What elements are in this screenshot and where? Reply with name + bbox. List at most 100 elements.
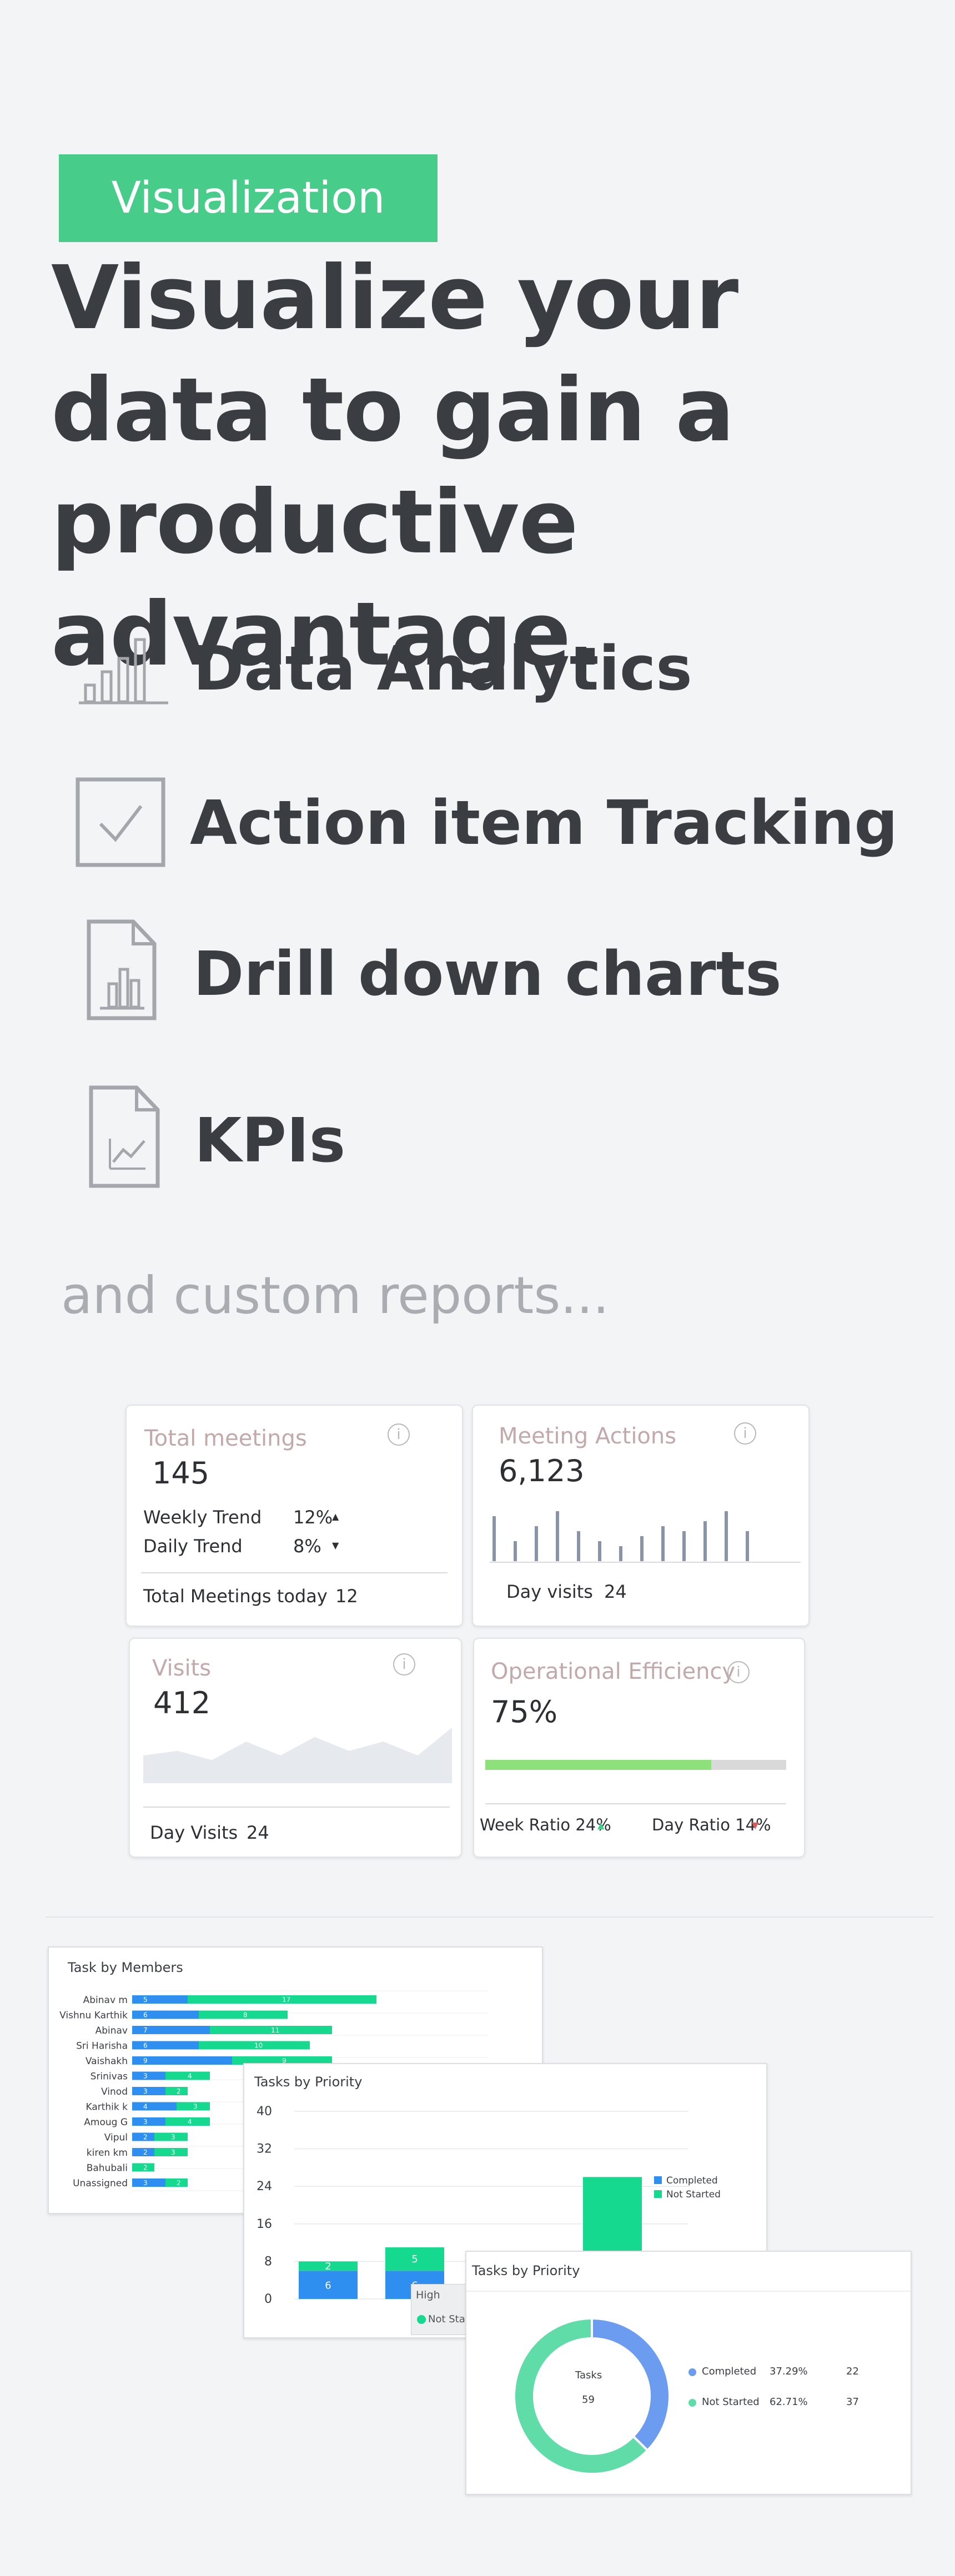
member-name: Sri Harisha	[76, 2041, 128, 2052]
card-title: Operational Efficiency	[491, 1659, 736, 1684]
bar-label-completed: 3	[143, 2118, 148, 2126]
member-name: Karthik k	[86, 2102, 128, 2113]
bar-label-not-started: 11	[271, 2026, 279, 2034]
bar-label-completed: 3	[143, 2179, 148, 2187]
bar-label-not-started: 10	[254, 2042, 263, 2050]
bar-chart-icon	[79, 638, 168, 705]
member-name: Vipul	[104, 2132, 128, 2144]
member-name: Vaishakh	[86, 2056, 128, 2067]
bar-label-not-started: 5	[411, 2253, 418, 2265]
bar-label-not-started: 8	[243, 2011, 248, 2019]
efficiency-value: 75%	[491, 1694, 558, 1729]
member-name: Unassigned	[73, 2178, 128, 2189]
legend-swatch-not-started	[654, 2190, 662, 2198]
feature-action-item-tracking: Action item Tracking	[190, 787, 898, 858]
legend-count-not-started: 37	[846, 2396, 859, 2408]
weekly-trend-value: 12%	[293, 1507, 333, 1528]
bar-completed	[132, 2178, 165, 2187]
bar-label-not-started: 2	[177, 2179, 181, 2187]
bar-label-completed: 5	[143, 1996, 148, 2004]
kpi-card-visits: Visits i 412 Day Visits 24	[129, 1638, 462, 1858]
daily-trend-value: 8%	[293, 1536, 321, 1557]
meetings-today-label: Total Meetings today	[143, 1586, 328, 1607]
feature-data-analytics: Data Analytics	[193, 633, 692, 704]
week-ratio: Week Ratio 24%	[480, 1815, 611, 1834]
bar-label-completed: 6	[143, 2011, 148, 2019]
legend-swatch-completed	[654, 2176, 662, 2184]
bar-label-completed: 6	[143, 2042, 148, 2050]
bar-label-not-started: 17	[282, 1996, 290, 2004]
trend-down-icon: ▼	[332, 1540, 339, 1551]
meetings-today-value: 12	[335, 1586, 358, 1607]
divider	[141, 1572, 448, 1573]
member-name: Vinod	[101, 2086, 128, 2097]
info-icon[interactable]: i	[393, 1653, 415, 1676]
info-icon[interactable]: i	[734, 1422, 756, 1445]
bar-label-not-started: 2	[325, 2261, 331, 2272]
visits-area	[143, 1728, 452, 1783]
bar-label-not-started: 3	[193, 2103, 198, 2111]
kpi-card-total-meetings: Total meetings i 145 Weekly Trend 12% ▲ …	[125, 1405, 463, 1627]
section-divider	[46, 1916, 934, 1918]
info-icon[interactable]: i	[727, 1661, 750, 1683]
member-name: Abinav m	[83, 1995, 128, 2006]
panel-title: Tasks by Priority	[472, 2263, 580, 2278]
headline: Visualize your data to gain a productive…	[51, 247, 738, 686]
y-tick-label: 16	[257, 2217, 272, 2231]
document-bar-chart-icon	[87, 919, 157, 1020]
legend-label-completed: Completed	[666, 2175, 718, 2186]
trend-up-icon: ▲	[597, 1820, 605, 1830]
member-name: Srinivas	[91, 2071, 128, 2082]
bar-completed	[132, 2041, 199, 2050]
bar-label-not-started: 2	[177, 2087, 181, 2095]
checkbox-icon	[76, 777, 165, 867]
efficiency-progress-track	[485, 1760, 786, 1770]
y-tick-label: 0	[264, 2292, 272, 2306]
total-meetings-value: 145	[152, 1456, 210, 1491]
bar-label-completed: 9	[143, 2057, 148, 2065]
legend-count-completed: 22	[846, 2366, 859, 2377]
legend-label-completed: Completed	[702, 2366, 757, 2377]
meeting-actions-value: 6,123	[499, 1453, 585, 1488]
legend-pct-completed: 37.29%	[770, 2366, 808, 2377]
y-tick-label: 8	[264, 2255, 272, 2268]
weekly-trend-label: Weekly Trend	[143, 1507, 262, 1528]
tooltip-dot-icon	[417, 2315, 426, 2324]
visits-area-chart	[143, 1728, 452, 1783]
day-visits-value: 24	[247, 1822, 269, 1843]
bar-completed	[132, 2010, 199, 2019]
bar-label-completed: 3	[143, 2087, 148, 2095]
member-name: Amoug G	[84, 2117, 128, 2128]
feature-kpis: KPIs	[194, 1105, 346, 1176]
divider	[485, 1803, 786, 1804]
bar-label-not-started: 3	[171, 2149, 175, 2156]
efficiency-progress-fill	[485, 1760, 711, 1770]
member-name: Bahubali	[87, 2163, 128, 2174]
meeting-actions-sparkline	[490, 1511, 801, 1563]
y-tick-label: 40	[257, 2105, 272, 2119]
info-icon[interactable]: i	[388, 1423, 410, 1446]
panel-title: Tasks by Priority	[254, 2074, 363, 2090]
bar-completed	[132, 2102, 177, 2111]
bar-completed	[132, 1995, 188, 2004]
card-title: Total meetings	[144, 1426, 307, 1451]
feature-drill-down-charts: Drill down charts	[193, 938, 782, 1009]
bar-label-not-started: 4	[188, 2118, 192, 2126]
bar-label-not-started: 2	[143, 2164, 148, 2172]
tasks-by-priority-donut-panel: Tasks by Priority Tasks 59 Completed 37.…	[465, 2251, 912, 2495]
legend-label-not-started: Not Started	[702, 2396, 760, 2408]
divider	[466, 2291, 911, 2292]
bar-label-not-started: 4	[188, 2072, 192, 2080]
tagline: and custom reports...	[61, 1266, 610, 1325]
trend-up-icon: ▲	[332, 1511, 339, 1522]
donut-slice-completed	[591, 2317, 671, 2452]
tooltip-label: High	[416, 2289, 440, 2301]
trend-down-icon: ▼	[752, 1820, 759, 1830]
bar-label-completed: 4	[143, 2103, 148, 2111]
bar-label-not-started: 3	[171, 2134, 175, 2141]
visits-value: 412	[153, 1686, 211, 1720]
kpi-card-meeting-actions: Meeting Actions i 6,123 Day visits 24	[472, 1405, 810, 1627]
bar-label-completed: 6	[325, 2280, 331, 2292]
section-badge: Visualization	[59, 154, 438, 242]
y-tick-label: 32	[257, 2142, 272, 2156]
